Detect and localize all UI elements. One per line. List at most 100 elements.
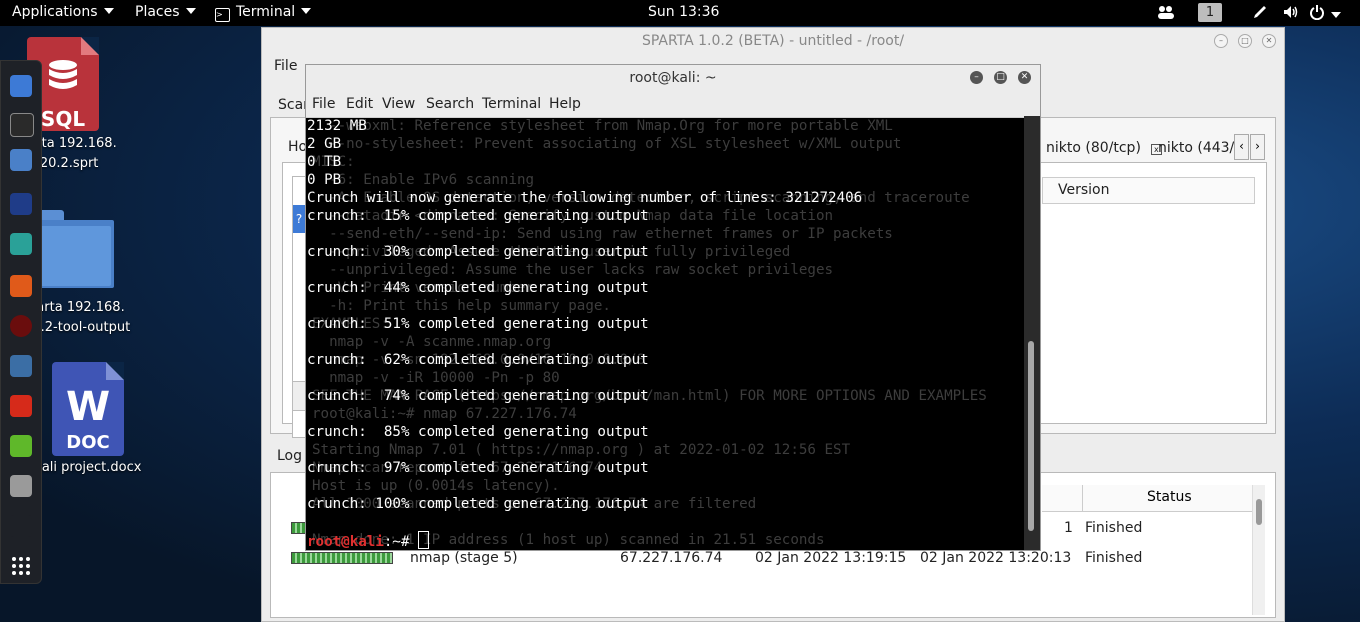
- tab-log[interactable]: Log: [277, 448, 302, 464]
- chevron-left-icon[interactable]: ‹: [1234, 134, 1249, 160]
- terminal-line: 0 PB: [307, 172, 342, 188]
- terminal-line: crunch: 97% completed generating output: [307, 460, 649, 476]
- users-icon[interactable]: [1157, 5, 1175, 23]
- version-column-header[interactable]: Version: [1042, 177, 1255, 204]
- terminal-line: crunch: 62% completed generating output: [307, 352, 649, 368]
- places-label: Places: [135, 4, 180, 20]
- chevron-down-icon: [301, 8, 312, 14]
- terminal-menubar: File Edit View Search Terminal Help: [306, 91, 1040, 118]
- pen-icon[interactable]: [1252, 4, 1268, 24]
- chevron-down-icon: [103, 8, 114, 14]
- terminal-icon[interactable]: [10, 113, 34, 137]
- log-status: Finished: [1085, 550, 1143, 566]
- power-menu[interactable]: [1309, 4, 1341, 24]
- terminal-line: crunch: 15% completed generating output: [307, 208, 649, 224]
- terminal-ghost-line: root@kali:~# nmap 67.227.176.74: [312, 406, 577, 422]
- tab-nikto-80[interactable]: nikto (80/tcp) x: [1046, 140, 1162, 156]
- menu-help[interactable]: Help: [549, 96, 581, 112]
- menu-edit[interactable]: Edit: [346, 96, 373, 112]
- terminal-line: crunch: 51% completed generating output: [307, 316, 649, 332]
- terminal-icon: >: [215, 8, 230, 22]
- minimize-icon[interactable]: –: [970, 71, 983, 84]
- maximize-icon[interactable]: □: [994, 71, 1007, 84]
- terminal-cursor: [418, 531, 430, 549]
- log-end-time: 02 Jan 2022 13:20:13: [920, 550, 1072, 566]
- top-panel: Applications Places > Terminal Sun 13:36 …: [0, 0, 1360, 26]
- menu-search[interactable]: Search: [426, 96, 474, 112]
- terminal-label: Terminal: [236, 4, 296, 20]
- close-icon[interactable]: ✕: [1018, 71, 1031, 84]
- maltego-icon[interactable]: [10, 355, 32, 377]
- chevron-down-icon: [1331, 12, 1341, 18]
- version-header-label: Version: [1058, 182, 1110, 198]
- dock: [0, 60, 42, 584]
- burpsuite-icon[interactable]: [10, 275, 32, 297]
- menu-file[interactable]: File: [274, 58, 297, 74]
- menu-terminal[interactable]: Terminal: [482, 96, 541, 112]
- doc-file-icon: W DOC: [52, 362, 124, 456]
- terminal-line: crunch: 74% completed generating output: [307, 388, 649, 404]
- status-column-header[interactable]: Status: [1082, 485, 1255, 512]
- keepnote-icon[interactable]: [10, 475, 32, 497]
- close-icon[interactable]: ✕: [1262, 34, 1276, 48]
- terminal-ghost-line: --send-eth/--send-ip: Send using raw eth…: [312, 226, 893, 242]
- terminal-ghost-line: --webxml: Reference stylesheet from Nmap…: [312, 118, 893, 134]
- leafpad-icon[interactable]: [10, 435, 32, 457]
- terminal-window: root@kali: ~ – □ ✕ File Edit View Search…: [305, 64, 1041, 551]
- minimize-icon[interactable]: –: [1214, 34, 1228, 48]
- armitage-icon[interactable]: [10, 233, 32, 255]
- terminal-line: 2 GB: [307, 136, 342, 152]
- terminal-ghost-line: -6: Enable IPv6 scanning: [312, 172, 535, 188]
- terminal-ghost-line: --unprivileged: Assume the user lacks ra…: [312, 262, 834, 278]
- terminal-line: crunch: 30% completed generating output: [307, 244, 649, 260]
- end-time-column-header[interactable]: [1042, 485, 1082, 512]
- browser-icon[interactable]: [10, 75, 32, 97]
- terminal-line: 2132 MB: [307, 118, 367, 134]
- beef-icon[interactable]: [10, 315, 32, 337]
- terminal-ghost-line: -h: Print this help summary page.: [312, 298, 611, 314]
- terminal-ghost-line: Starting Nmap 7.01 ( https://nmap.org ) …: [312, 442, 851, 458]
- chevron-right-icon[interactable]: ›: [1250, 134, 1265, 160]
- terminal-ghost-line: Host is up (0.0014s latency).: [312, 478, 560, 494]
- prompt-path: :~#: [383, 534, 419, 550]
- terminal-line: crunch: 100% completed generating output: [307, 496, 649, 512]
- maximize-icon[interactable]: □: [1238, 34, 1252, 48]
- log-scrollbar[interactable]: [1252, 485, 1265, 615]
- terminal-ghost-line: nmap -v -A scanme.nmap.org: [312, 334, 552, 350]
- prompt-user: root@kali: [307, 534, 384, 550]
- clock[interactable]: Sun 13:36: [648, 4, 719, 20]
- terminal-scroll-thumb[interactable]: [1028, 341, 1034, 531]
- kali-dragon-icon[interactable]: [10, 515, 32, 537]
- progress-bar: [291, 552, 393, 564]
- terminal-line: crunch: 44% completed generating output: [307, 280, 649, 296]
- power-icon: [1310, 5, 1324, 21]
- terminal-output[interactable]: --stylesheet <path/URL>: XSL stylesheet …: [306, 117, 1028, 551]
- terminal-ghost-line: nmap -v -iR 10000 -Pn -p 80: [312, 370, 560, 386]
- terminal-prompt[interactable]: root@kali:~#: [307, 531, 430, 551]
- faraday-icon[interactable]: [10, 395, 32, 417]
- menu-file[interactable]: File: [312, 96, 335, 112]
- terminal-ghost-line: --no-stylesheet: Prevent associating of …: [312, 136, 902, 152]
- chevron-down-icon: [185, 8, 196, 14]
- metasploit-icon[interactable]: [10, 193, 32, 215]
- terminal-title: root@kali: ~: [306, 65, 1040, 91]
- menu-view[interactable]: View: [382, 96, 415, 112]
- files-icon[interactable]: [10, 149, 32, 171]
- terminal-line: 0 TB: [307, 154, 342, 170]
- volume-icon[interactable]: [1282, 4, 1300, 24]
- log-end-time: 1: [1064, 520, 1073, 536]
- terminal-scrollbar[interactable]: [1024, 116, 1040, 550]
- log-host: 67.227.176.74: [620, 550, 723, 566]
- desktop-icon-label: kali project.docx: [34, 460, 142, 475]
- workspace-indicator[interactable]: 1: [1198, 3, 1222, 22]
- places-menu[interactable]: Places: [135, 4, 196, 20]
- log-start-time: 02 Jan 2022 13:19:15: [755, 550, 907, 566]
- log-status: Finished: [1085, 520, 1143, 536]
- terminal-line: crunch: 85% completed generating output: [307, 424, 649, 440]
- status-header-label: Status: [1147, 489, 1192, 505]
- terminal-app-menu[interactable]: > Terminal: [215, 4, 312, 22]
- applications-menu[interactable]: Applications: [12, 4, 114, 20]
- terminal-line: Crunch will now generate the following n…: [307, 190, 863, 206]
- selected-host-row[interactable]: ?: [293, 205, 305, 233]
- show-apps-icon[interactable]: [10, 555, 32, 577]
